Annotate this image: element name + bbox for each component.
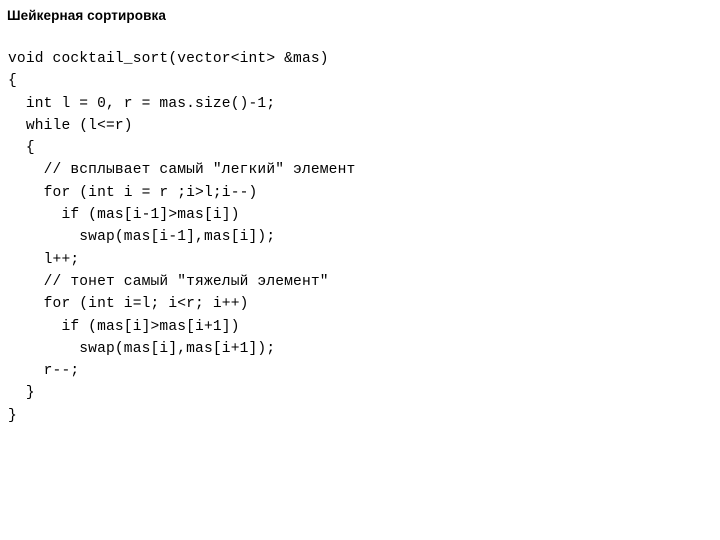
code-line: } [8, 407, 17, 424]
slide-canvas: Шейкерная сортировка void cocktail_sort(… [0, 0, 720, 540]
code-line: void cocktail_sort(vector<int> &mas) [8, 51, 329, 67]
code-line: { [8, 140, 35, 157]
code-line: // тонет самый "тяжелый элемент" [8, 273, 329, 290]
code-line: if (mas[i]>mas[i+1]) [8, 318, 240, 335]
code-line: if (mas[i-1]>mas[i]) [8, 207, 240, 224]
code-line: for (int i=l; i<r; i++) [8, 296, 249, 313]
code-line: for (int i = r ;i>l;i--) [8, 184, 258, 201]
code-line: int l = 0, r = mas.size()-1; [8, 95, 276, 112]
code-listing: void cocktail_sort(vector<int> &mas) { in… [8, 48, 708, 427]
code-line: swap(mas[i-1],mas[i]); [8, 229, 276, 246]
code-line: swap(mas[i],mas[i+1]); [8, 340, 276, 357]
code-line: } [8, 385, 35, 402]
page-title: Шейкерная сортировка [7, 8, 166, 23]
code-line: { [8, 73, 17, 90]
code-line: l++; [8, 251, 80, 268]
code-line: // всплывает самый "легкий" элемент [8, 162, 356, 179]
code-line: while (l<=r) [8, 117, 133, 134]
code-line: r--; [8, 363, 80, 380]
